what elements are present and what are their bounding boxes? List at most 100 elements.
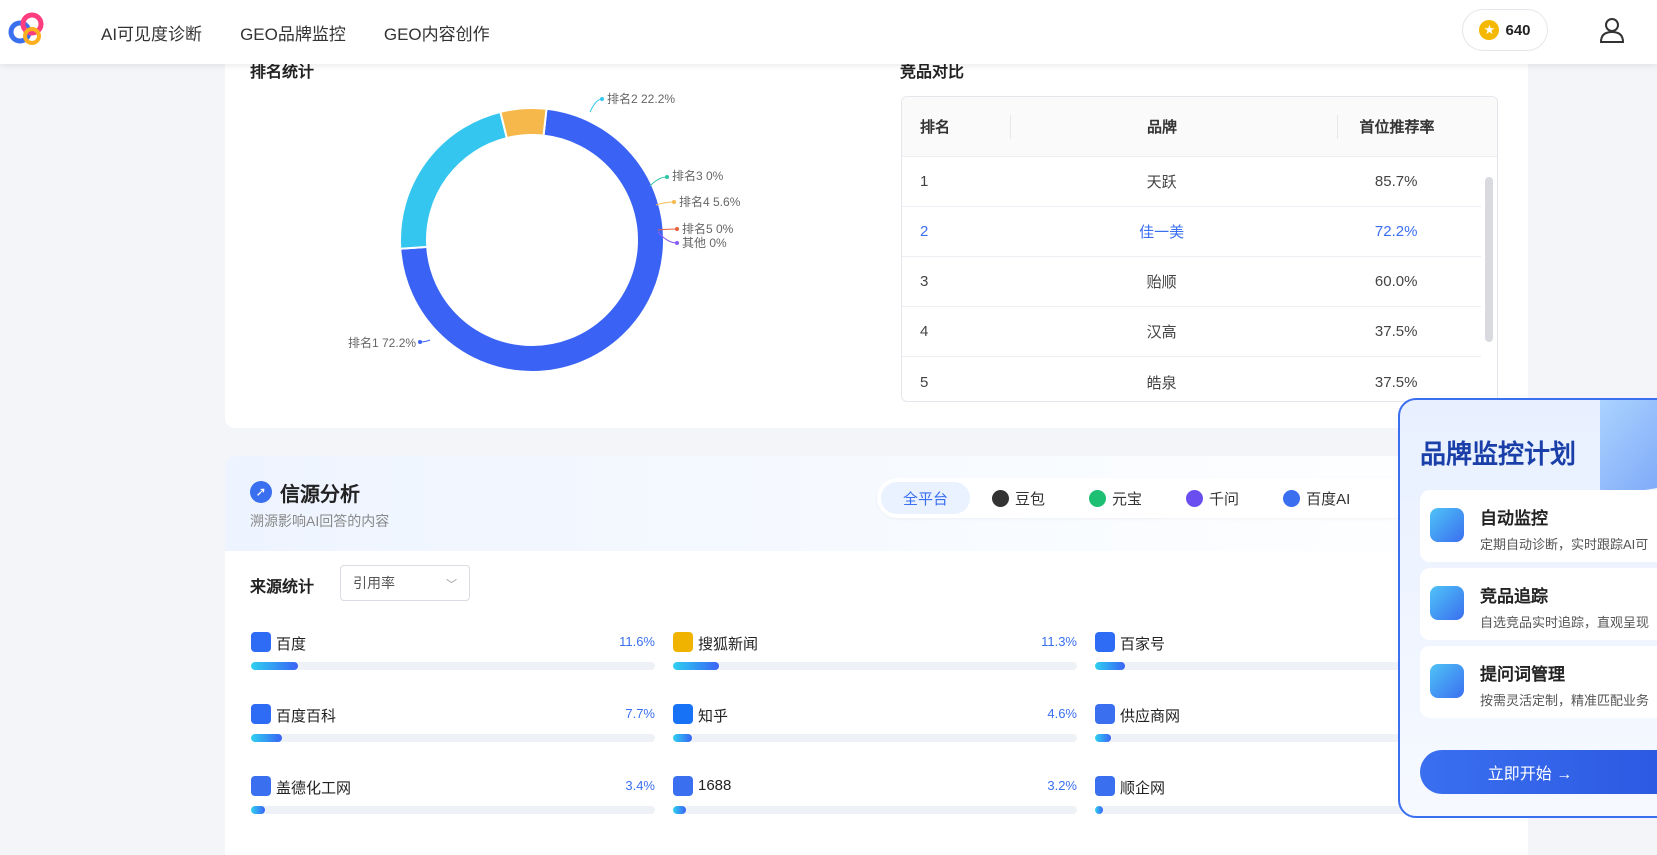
ranking-donut-chart: 排名1 72.2% 排名2 22.2% 排名3 0% 排名4 5.6% 排名5 0%其他…: [348, 91, 741, 373]
table-row[interactable]: 5 皓泉 37.5%: [902, 357, 1481, 401]
source-percent: 11.3%: [1041, 634, 1077, 649]
promo-item-desc: 按需灵活定制，精准匹配业务: [1480, 693, 1650, 708]
source-progress-bar: [251, 806, 655, 814]
source-item[interactable]: 盖德化工网 3.4%: [251, 776, 655, 826]
coin-icon: ★: [1479, 20, 1500, 40]
baijiahao-icon: [1095, 632, 1115, 652]
vs-icon: [1430, 586, 1464, 620]
cell-rank: 2: [920, 223, 929, 240]
source-stat-label: 来源统计: [250, 579, 315, 596]
nav-item-ai-visibility[interactable]: AI可见度诊断: [101, 20, 202, 45]
cell-rate: 37.5%: [1374, 323, 1418, 340]
tab-baidu-ai[interactable]: 百度AI: [1261, 482, 1372, 514]
cell-rank: 4: [920, 323, 929, 340]
slice-label: 排名3 0%: [672, 168, 724, 183]
points-badge[interactable]: ★ 640: [1462, 9, 1548, 51]
source-progress-fill: [251, 662, 298, 670]
baidu-icon: [251, 704, 271, 724]
cell-rate: 60.0%: [1374, 273, 1418, 290]
source-percent: 3.2%: [1047, 778, 1077, 793]
slice-label: 排名2 22.2%: [607, 91, 675, 106]
doc-icon: [1095, 704, 1115, 724]
source-progress-fill: [251, 806, 265, 814]
doc-icon: [1095, 776, 1115, 796]
source-name: 百度百科: [276, 708, 337, 725]
source-name: 搜狐新闻: [698, 636, 759, 653]
decoration-graphic: [1600, 400, 1657, 498]
source-percent: 11.6%: [619, 634, 655, 649]
source-title: 信源分析: [280, 484, 360, 506]
compare-table: 排名 品牌 首位推荐率 1 天跃 85.7% 2 佳一美 72.2% 3 贻顺 …: [901, 96, 1498, 402]
promo-item-prompt: 提问词管理 按需灵活定制，精准匹配业务: [1420, 646, 1657, 718]
cell-rate: 72.2%: [1374, 223, 1418, 240]
user-icon[interactable]: [1598, 16, 1626, 44]
doc-icon: [251, 776, 271, 796]
header-rank: 排名: [920, 119, 951, 136]
promo-item-title: 竞品追踪: [1480, 587, 1548, 606]
cell-rate: 37.5%: [1374, 373, 1418, 391]
tab-label: 元宝: [1112, 490, 1143, 508]
tab-label: 全平台: [903, 490, 949, 508]
metric-select-value: 引用率: [353, 575, 395, 591]
cell-rank: 1: [920, 173, 929, 190]
tab-label: 百度AI: [1306, 490, 1351, 508]
source-percent: 7.7%: [625, 706, 655, 721]
metric-select[interactable]: 引用率 ﹀: [340, 565, 470, 601]
source-progress-bar: [673, 662, 1077, 670]
table-row[interactable]: 1 天跃 85.7%: [902, 157, 1481, 207]
promo-item-auto-monitor: 自动监控 定期自动诊断，实时跟踪AI可: [1420, 490, 1657, 562]
tab-qianwen[interactable]: 千问: [1164, 482, 1261, 514]
promo-panel: 品牌监控计划 自动监控 定期自动诊断，实时跟踪AI可 竞品追踪 自选竞品实时追踪…: [1398, 398, 1657, 818]
source-progress-fill: [673, 734, 692, 742]
source-progress-fill: [1095, 662, 1126, 670]
table-scrollbar[interactable]: [1485, 177, 1493, 342]
tab-label: 千问: [1209, 490, 1240, 508]
nav-item-content-creation[interactable]: GEO内容创作: [384, 20, 490, 45]
source-name: 1688: [698, 777, 732, 794]
source-progress-fill: [673, 806, 686, 814]
source-name: 百度: [276, 636, 307, 653]
donut-slice-4[interactable]: [499, 107, 548, 140]
source-progress-fill: [1095, 734, 1112, 742]
start-now-button[interactable]: 立即开始 →: [1420, 750, 1657, 794]
slice-label: 排名4 5.6%: [679, 194, 741, 209]
promo-item-title: 提问词管理: [1480, 665, 1565, 684]
promo-item-competitor: 竞品追踪 自选竞品实时追踪，直观呈现: [1420, 568, 1657, 640]
donut-slice-2[interactable]: [399, 110, 509, 250]
points-value: 640: [1505, 21, 1531, 39]
sohu-icon: [673, 632, 693, 652]
cell-brand: 汉高: [1146, 324, 1177, 341]
main-nav: AI可见度诊断 GEO品牌监控 GEO内容创作: [101, 0, 490, 64]
app-logo[interactable]: [4, 6, 50, 52]
nav-item-brand-monitor[interactable]: GEO品牌监控: [240, 20, 346, 45]
source-item[interactable]: 搜狐新闻 11.3%: [673, 632, 1077, 682]
source-name: 知乎: [698, 708, 729, 725]
cell-brand: 皓泉: [1146, 374, 1177, 392]
promo-title: 品牌监控计划: [1420, 439, 1577, 469]
source-item[interactable]: 百度 11.6%: [251, 632, 655, 682]
doc-icon: [673, 776, 693, 796]
table-row[interactable]: 2 佳一美 72.2%: [902, 207, 1481, 257]
label-dot: [675, 241, 679, 245]
source-progress-fill: [673, 662, 719, 670]
top-navbar: AI可见度诊断 GEO品牌监控 GEO内容创作 ★ 640: [0, 0, 1657, 64]
tab-yuanbao[interactable]: 元宝: [1067, 482, 1164, 514]
label-dot: [418, 340, 422, 344]
tab-doubao[interactable]: 豆包: [970, 482, 1067, 514]
slice-label: 排名5 0%: [682, 221, 734, 236]
source-name: 盖德化工网: [276, 780, 352, 797]
slice-label: 排名1 72.2%: [348, 335, 416, 350]
source-item[interactable]: 1688 3.2%: [673, 776, 1077, 826]
column-divider: [1337, 115, 1338, 139]
zhihu-icon: [673, 704, 693, 724]
cell-brand: 佳一美: [1139, 224, 1185, 241]
source-progress-fill: [251, 734, 283, 742]
cell-rate: 85.7%: [1374, 173, 1418, 190]
tab-all-platforms[interactable]: 全平台: [881, 482, 971, 514]
source-item[interactable]: 知乎 4.6%: [673, 704, 1077, 754]
chevron-down-icon: ﹀: [446, 579, 457, 591]
table-row[interactable]: 3 贻顺 60.0%: [902, 257, 1481, 307]
table-row[interactable]: 4 汉高 37.5%: [902, 307, 1481, 357]
column-divider: [1010, 115, 1011, 139]
source-item[interactable]: 百度百科 7.7%: [251, 704, 655, 754]
